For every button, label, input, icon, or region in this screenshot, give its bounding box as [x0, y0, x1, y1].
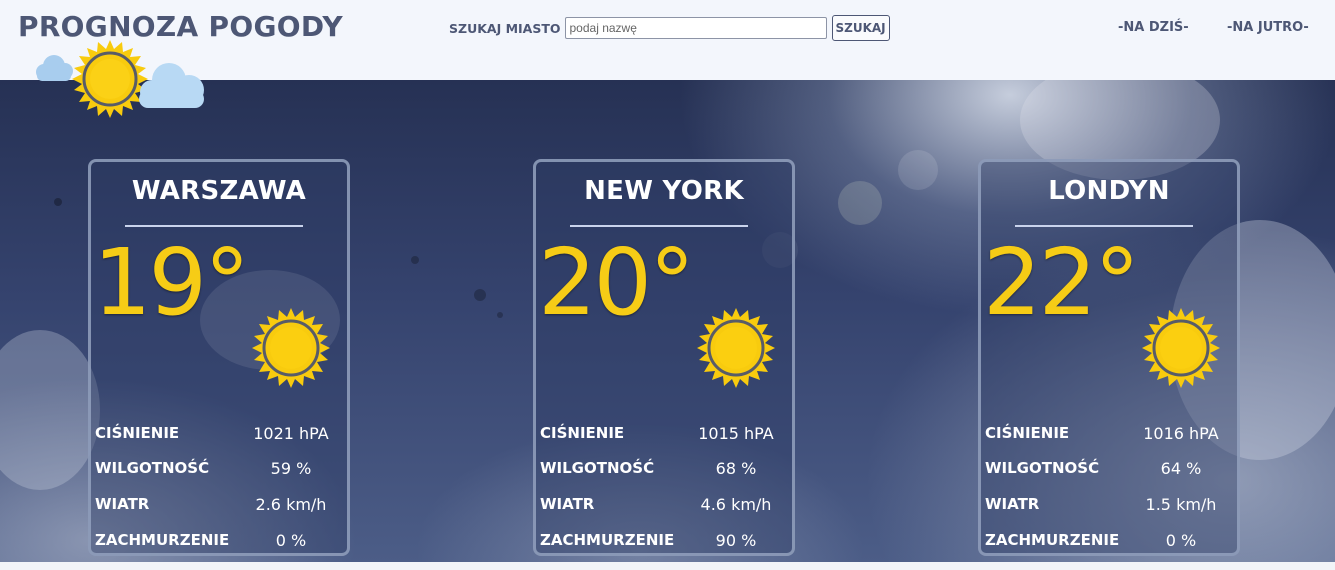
city-card-londyn: LONDYN 22° CIŚNIENIE 1016 hPA WILGOTNOŚĆ… [978, 159, 1240, 556]
stat-label: WIATR [95, 495, 150, 513]
stat-value: 1021 hPA [253, 424, 329, 443]
city-name-underline [1015, 225, 1193, 227]
sun-icon [1142, 308, 1220, 388]
stat-label: ZACHMURZENIE [985, 531, 1120, 549]
site-title: PROGNOZA POGODY [18, 10, 343, 43]
search-input[interactable] [564, 17, 827, 39]
city-card-warszawa: WARSZAWA 19° CIŚNIENIE 1021 hPA WILGOTNO… [88, 159, 350, 556]
stat-label: WIATR [540, 495, 595, 513]
sun-icon [697, 308, 775, 388]
stat-humidity: WILGOTNOŚĆ 64 % [985, 459, 1227, 483]
stat-value: 0 % [1165, 531, 1197, 550]
stat-pressure: CIŚNIENIE 1015 hPA [540, 424, 782, 448]
stat-label: CIŚNIENIE [95, 424, 180, 442]
stat-cloudiness: ZACHMURZENIE 90 % [540, 531, 782, 555]
city-card-new-york: NEW YORK 20° CIŚNIENIE 1015 hPA WILGOTNO… [533, 159, 795, 556]
stat-cloudiness: ZACHMURZENIE 0 % [985, 531, 1227, 555]
stat-value: 90 % [715, 531, 757, 550]
sun-icon [252, 308, 330, 388]
footer-strip [0, 562, 1335, 570]
stat-label: CIŚNIENIE [985, 424, 1070, 442]
logo-sun-icon [72, 40, 148, 118]
stat-wind: WIATR 1.5 km/h [985, 495, 1227, 519]
stat-wind: WIATR 4.6 km/h [540, 495, 782, 519]
search-bar: SZUKAJ MIASTO SZUKAJ [449, 15, 890, 41]
city-name-underline [125, 225, 303, 227]
city-name: NEW YORK [584, 176, 744, 206]
stat-value: 1.5 km/h [1145, 495, 1217, 514]
temperature: 20° [538, 229, 695, 336]
search-button[interactable]: SZUKAJ [831, 15, 890, 41]
stat-pressure: CIŚNIENIE 1016 hPA [985, 424, 1227, 448]
city-name-underline [570, 225, 748, 227]
search-label: SZUKAJ MIASTO [449, 20, 561, 36]
stat-pressure: CIŚNIENIE 1021 hPA [95, 424, 337, 448]
sun-with-clouds-icon [36, 40, 204, 118]
temperature: 19° [93, 229, 250, 336]
stat-label: ZACHMURZENIE [95, 531, 230, 549]
stat-label: CIŚNIENIE [540, 424, 625, 442]
stat-value: 0 % [275, 531, 307, 550]
stat-label: WIATR [985, 495, 1040, 513]
city-name: WARSZAWA [131, 176, 307, 206]
stat-label: ZACHMURZENIE [540, 531, 675, 549]
nav-tomorrow-link[interactable]: -NA JUTRO- [1227, 20, 1309, 35]
stat-value: 4.6 km/h [700, 495, 772, 514]
city-name: LONDYN [1048, 176, 1170, 206]
nav-today-link[interactable]: -NA DZIŚ- [1118, 20, 1189, 35]
stat-label: WILGOTNOŚĆ [540, 459, 655, 477]
stat-value: 64 % [1160, 459, 1202, 478]
stat-value: 1016 hPA [1143, 424, 1219, 443]
stat-label: WILGOTNOŚĆ [95, 459, 210, 477]
stat-cloudiness: ZACHMURZENIE 0 % [95, 531, 337, 555]
stat-humidity: WILGOTNOŚĆ 59 % [95, 459, 337, 483]
temperature: 22° [983, 229, 1140, 336]
stat-value: 68 % [715, 459, 757, 478]
stat-label: WILGOTNOŚĆ [985, 459, 1100, 477]
stat-value: 1015 hPA [698, 424, 774, 443]
stat-humidity: WILGOTNOŚĆ 68 % [540, 459, 782, 483]
stat-wind: WIATR 2.6 km/h [95, 495, 337, 519]
stat-value: 59 % [270, 459, 312, 478]
stat-value: 2.6 km/h [255, 495, 327, 514]
